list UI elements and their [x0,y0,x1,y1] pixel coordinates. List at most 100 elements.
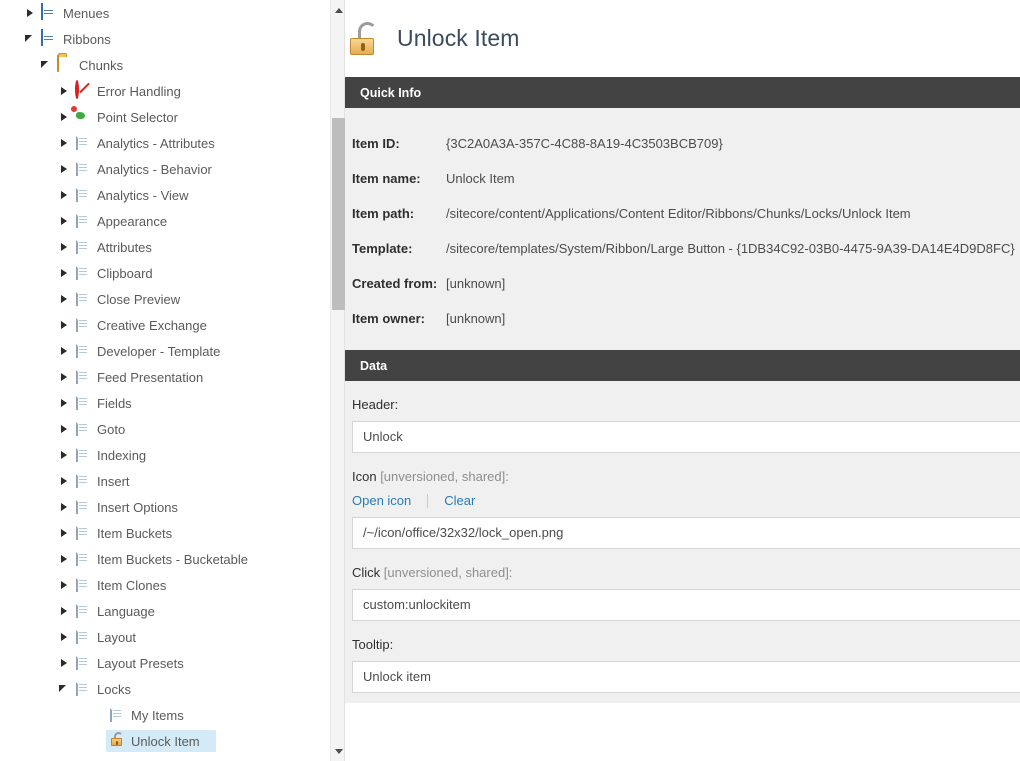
error-icon [74,82,92,100]
field-input[interactable]: custom:unlockitem [352,589,1020,621]
quick-info-row: Item path:/sitecore/content/Applications… [338,196,1020,231]
tree-item-item-buckets-bucketable[interactable]: Item Buckets - Bucketable [0,546,330,572]
tree-item-clipboard[interactable]: Clipboard [0,260,330,286]
tree-item-fields[interactable]: Fields [0,390,330,416]
tree-twisty-collapsed-icon[interactable] [56,546,72,572]
tree-twisty-collapsed-icon[interactable] [56,390,72,416]
tree-item-label: My Items [131,708,192,723]
tree-item-attributes[interactable]: Attributes [0,234,330,260]
tree-item-point-selector[interactable]: Point Selector [0,104,330,130]
document-icon [74,290,92,308]
quick-info-label: Item ID: [338,136,446,151]
tree-item-appearance[interactable]: Appearance [0,208,330,234]
field-input[interactable]: Unlock [352,421,1020,453]
tree-item-insert[interactable]: Insert [0,468,330,494]
tree-item-error-handling[interactable]: Error Handling [0,78,330,104]
tree-item-label: Analytics - View [97,188,197,203]
field-block: Icon [unversioned, shared]:Open iconClea… [338,453,1020,549]
tree-twisty-collapsed-icon[interactable] [56,156,72,182]
quick-info-row: Template:/sitecore/templates/System/Ribb… [338,231,1020,266]
tree-twisty-collapsed-icon[interactable] [56,598,72,624]
document-icon [74,238,92,256]
tree-item-insert-options[interactable]: Insert Options [0,494,330,520]
document-icon [74,498,92,516]
tree-item-my-items[interactable]: My Items [0,702,330,728]
tree-twisty-collapsed-icon[interactable] [56,442,72,468]
tree-item-label: Point Selector [97,110,186,125]
scroll-up-arrow-icon[interactable] [331,2,346,18]
tree-item-feed-presentation[interactable]: Feed Presentation [0,364,330,390]
data-section-body: Header:UnlockIcon [unversioned, shared]:… [338,381,1020,703]
tree-item-menues[interactable]: Menues [0,0,330,26]
tree-item-creative-exchange[interactable]: Creative Exchange [0,312,330,338]
tree-twisty-expanded-icon[interactable] [22,26,38,52]
tree-twisty-collapsed-icon[interactable] [56,416,72,442]
quick-info-section-header[interactable]: Quick Info [338,77,1020,108]
tree-twisty-collapsed-icon[interactable] [56,572,72,598]
tree-twisty-collapsed-icon[interactable] [56,182,72,208]
quick-info-value: [unknown] [446,311,505,326]
lock-open-icon [108,732,126,750]
quick-info-value: Unlock Item [446,171,515,186]
document-icon [74,160,92,178]
tree-twisty-collapsed-icon[interactable] [56,286,72,312]
field-label: Tooltip: [352,637,1020,652]
tree-twisty-collapsed-icon[interactable] [22,0,38,26]
tree-item-developer-template[interactable]: Developer - Template [0,338,330,364]
tree-item-analytics-view[interactable]: Analytics - View [0,182,330,208]
document-icon [74,472,92,490]
tree-twisty-collapsed-icon[interactable] [56,260,72,286]
tree-twisty-collapsed-icon[interactable] [56,468,72,494]
field-link-open-icon[interactable]: Open icon [352,493,411,508]
document-icon [74,420,92,438]
tree-twisty-collapsed-icon[interactable] [56,650,72,676]
field-link-clear[interactable]: Clear [444,493,475,508]
quick-info-label: Created from: [338,276,446,291]
tree-item-analytics-behavior[interactable]: Analytics - Behavior [0,156,330,182]
scrollbar-thumb[interactable] [332,118,345,310]
tree-twisty-collapsed-icon[interactable] [56,312,72,338]
tree-item-analytics-attributes[interactable]: Analytics - Attributes [0,130,330,156]
data-section-header[interactable]: Data [338,350,1020,381]
tree-twisty-collapsed-icon[interactable] [56,494,72,520]
scroll-down-arrow-icon[interactable] [331,743,346,759]
tree-twisty-collapsed-icon[interactable] [56,364,72,390]
tree-item-close-preview[interactable]: Close Preview [0,286,330,312]
tree-item-item-clones[interactable]: Item Clones [0,572,330,598]
quick-info-label: Item name: [338,171,446,186]
quick-info-row: Item name:Unlock Item [338,161,1020,196]
field-name: Click [352,565,380,580]
tree-twisty-collapsed-icon[interactable] [56,624,72,650]
quick-info-value: [unknown] [446,276,505,291]
tree-item-chunks[interactable]: Chunks [0,52,330,78]
content-tree-scrollbar[interactable] [330,0,345,761]
tree-item-locks[interactable]: Locks [0,676,330,702]
tree-item-layout[interactable]: Layout [0,624,330,650]
content-editor-window: MenuesRibbonsChunks Error Handling Point S… [0,0,1020,761]
field-block: Header:Unlock [338,381,1020,453]
tree-item-label: Error Handling [97,84,189,99]
tree-item-label: Insert Options [97,500,186,515]
tree-twisty-collapsed-icon[interactable] [56,130,72,156]
field-input[interactable]: /~/icon/office/32x32/lock_open.png [352,517,1020,549]
tree-item-label: Item Buckets [97,526,180,541]
tree-item-item-buckets[interactable]: Item Buckets [0,520,330,546]
document-icon [74,368,92,386]
tree-item-language[interactable]: Language [0,598,330,624]
tree-twisty-collapsed-icon[interactable] [56,338,72,364]
tree-twisty-expanded-icon[interactable] [56,676,72,702]
tree-twisty-collapsed-icon[interactable] [56,520,72,546]
tree-item-goto[interactable]: Goto [0,416,330,442]
tree-twisty-collapsed-icon[interactable] [56,104,72,130]
tree-twisty-expanded-icon[interactable] [38,52,54,78]
tree-item-ribbons[interactable]: Ribbons [0,26,330,52]
content-tree-pane[interactable]: MenuesRibbonsChunks Error Handling Point S… [0,0,330,761]
field-input[interactable]: Unlock item [352,661,1020,693]
tree-item-unlock-item[interactable]: Unlock Item [0,728,330,754]
tree-twisty-collapsed-icon[interactable] [56,208,72,234]
tree-twisty-collapsed-icon[interactable] [56,234,72,260]
tree-twisty-collapsed-icon[interactable] [56,78,72,104]
document-icon [74,602,92,620]
tree-item-indexing[interactable]: Indexing [0,442,330,468]
tree-item-layout-presets[interactable]: Layout Presets [0,650,330,676]
